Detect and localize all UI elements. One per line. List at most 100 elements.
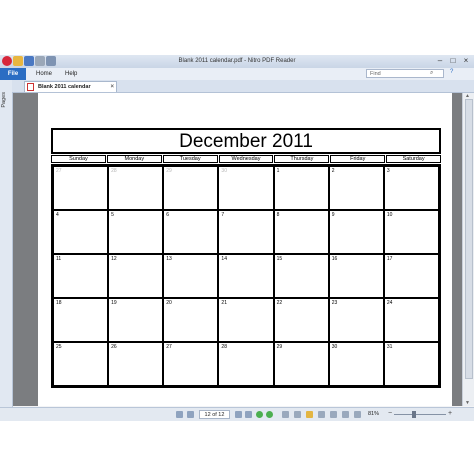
- go-forward-icon[interactable]: [266, 411, 273, 418]
- day-number: 28: [221, 344, 227, 350]
- day-cell: 25: [53, 342, 109, 386]
- search-icon[interactable]: ⌕: [430, 70, 433, 77]
- day-cell: 26: [108, 342, 164, 386]
- day-cell: 27: [163, 342, 219, 386]
- weekday-label: Sunday: [51, 155, 106, 163]
- day-cell: 22: [273, 298, 329, 342]
- calendar: December 2011 Sunday Monday Tuesday Wedn…: [51, 128, 442, 388]
- facing-pages-icon[interactable]: [330, 411, 337, 418]
- continuous-view-icon[interactable]: [294, 411, 301, 418]
- day-cell: 23: [328, 298, 384, 342]
- tab-home[interactable]: Home: [36, 68, 52, 80]
- day-number: 31: [386, 344, 393, 350]
- tab-help[interactable]: Help: [65, 68, 77, 80]
- day-number: 10: [386, 212, 393, 218]
- day-cell: 10: [383, 210, 439, 254]
- weekday-label: Friday: [330, 155, 386, 163]
- single-page-view-icon[interactable]: [282, 411, 289, 418]
- day-cell: 14: [218, 254, 274, 298]
- day-cell: 16: [328, 254, 384, 298]
- day-number: 16: [331, 256, 338, 262]
- day-number: 12: [111, 256, 117, 262]
- day-number: 2: [331, 168, 335, 174]
- go-back-icon[interactable]: [256, 411, 263, 418]
- day-number: 1: [276, 168, 280, 174]
- day-number: 30: [331, 344, 338, 350]
- close-icon[interactable]: ×: [460, 56, 472, 66]
- weekday-label: Tuesday: [162, 155, 218, 163]
- day-number: 27: [56, 168, 62, 174]
- day-number: 7: [221, 212, 225, 218]
- zoom-slider[interactable]: [394, 414, 446, 415]
- day-cell: 30: [218, 166, 274, 210]
- zoom-out-icon[interactable]: −: [388, 410, 392, 417]
- day-number: 24: [386, 300, 393, 306]
- help-icon[interactable]: ?: [450, 69, 453, 75]
- two-page-view-icon[interactable]: [342, 411, 349, 418]
- full-screen-icon[interactable]: [354, 411, 361, 418]
- day-cell: 20: [163, 298, 219, 342]
- day-number: 8: [276, 212, 280, 218]
- weekday-label: Saturday: [386, 155, 442, 163]
- window-controls: – □ ×: [434, 56, 472, 66]
- day-number: 28: [111, 168, 117, 174]
- day-cell: 28: [108, 166, 164, 210]
- day-number: 26: [111, 344, 117, 350]
- weekday-label: Wednesday: [218, 155, 274, 163]
- title-bar: Blank 2011 calendar.pdf - Nitro PDF Read…: [0, 55, 474, 68]
- scroll-thumb[interactable]: [465, 99, 473, 379]
- day-cell: 27: [53, 166, 109, 210]
- tab-close-icon[interactable]: ×: [110, 82, 114, 93]
- document-tab[interactable]: Blank 2011 calendar ×: [24, 81, 117, 92]
- day-cell: 7: [218, 210, 274, 254]
- day-number: 14: [221, 256, 227, 262]
- zoom-in-icon[interactable]: +: [448, 410, 452, 417]
- day-cell: 1: [273, 166, 329, 210]
- day-number: 21: [221, 300, 227, 306]
- day-cell: 9: [328, 210, 384, 254]
- day-number: 5: [111, 212, 114, 218]
- day-number: 19: [111, 300, 117, 306]
- weekday-label: Thursday: [274, 155, 330, 163]
- maximize-icon[interactable]: □: [447, 56, 459, 66]
- window-title: Blank 2011 calendar.pdf - Nitro PDF Read…: [178, 58, 296, 64]
- day-cell: 12: [108, 254, 164, 298]
- day-cell: 17: [383, 254, 439, 298]
- day-cell: 3: [383, 166, 439, 210]
- day-cell: 2: [328, 166, 384, 210]
- next-page-icon[interactable]: [235, 411, 242, 418]
- weekday-header: Sunday Monday Tuesday Wednesday Thursday…: [51, 155, 442, 163]
- document-view[interactable]: December 2011 Sunday Monday Tuesday Wedn…: [13, 93, 462, 406]
- day-cell: 5: [108, 210, 164, 254]
- day-cell: 8: [273, 210, 329, 254]
- vertical-scrollbar[interactable]: ▲ ▼: [462, 93, 474, 406]
- day-number: 23: [331, 300, 338, 306]
- day-number: 9: [331, 212, 335, 218]
- day-number: 6: [166, 212, 170, 218]
- day-number: 4: [56, 212, 59, 218]
- scroll-down-icon[interactable]: ▼: [465, 400, 470, 406]
- pages-pane: Pages: [0, 80, 13, 407]
- day-cell: 18: [53, 298, 109, 342]
- day-cell: 28: [218, 342, 274, 386]
- day-number: 3: [386, 168, 390, 174]
- day-number: 11: [56, 256, 62, 262]
- day-cell: 30: [328, 342, 384, 386]
- day-cell: 6: [163, 210, 219, 254]
- day-number: 29: [166, 168, 172, 174]
- day-cell: 21: [218, 298, 274, 342]
- first-page-icon[interactable]: [176, 411, 183, 418]
- fit-page-icon[interactable]: [306, 411, 313, 418]
- last-page-icon[interactable]: [245, 411, 252, 418]
- nitro-pdf-reader-window: Blank 2011 calendar.pdf - Nitro PDF Read…: [0, 55, 474, 421]
- page-number-input[interactable]: 12 of 12: [199, 410, 230, 419]
- minimize-icon[interactable]: –: [434, 56, 446, 66]
- fit-width-icon[interactable]: [318, 411, 325, 418]
- pages-pane-label[interactable]: Pages: [1, 92, 11, 108]
- day-number: 18: [56, 300, 62, 306]
- previous-page-icon[interactable]: [187, 411, 194, 418]
- file-tab[interactable]: File: [0, 68, 26, 80]
- zoom-slider-knob[interactable]: [412, 411, 416, 418]
- day-cell: 29: [163, 166, 219, 210]
- calendar-grid: 27 28 29 30 1 2 3 4 5 6 7 8 9 10 11 12 1…: [51, 164, 441, 388]
